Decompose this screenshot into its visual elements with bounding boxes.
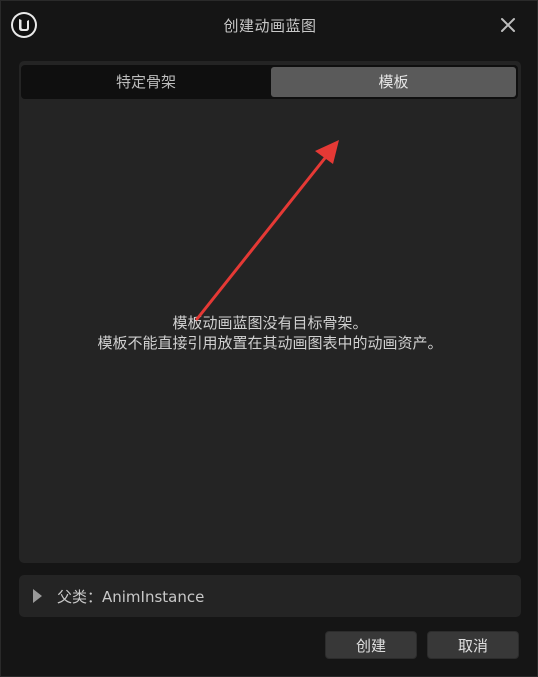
main-panel: 特定骨架 模板 模板动画蓝图没有目标骨架。 模板不能直接引用放置在其动画图表中的…	[19, 61, 521, 563]
create-anim-blueprint-dialog: 创建动画蓝图 特定骨架 模板 模板动画蓝图没有目标骨架。 模板不能直接引用放置在…	[0, 0, 538, 677]
message-line-1: 模板动画蓝图没有目标骨架。	[172, 314, 368, 332]
tab-bar: 特定骨架 模板	[21, 65, 518, 99]
cancel-button[interactable]: 取消	[427, 631, 519, 659]
expand-arrow-icon[interactable]	[33, 589, 42, 603]
tab-specific-skeleton[interactable]: 特定骨架	[23, 67, 269, 97]
parent-class-label: 父类：AnimInstance	[57, 588, 205, 606]
create-button[interactable]: 创建	[325, 631, 417, 659]
message-line-2: 模板不能直接引用放置在其动画图表中的动画资产。	[97, 334, 443, 352]
title-bar: 创建动画蓝图	[1, 1, 538, 51]
tab-template[interactable]: 模板	[271, 67, 516, 97]
close-icon[interactable]	[497, 14, 519, 36]
parent-class-expander[interactable]: 父类：AnimInstance	[19, 575, 521, 617]
dialog-title: 创建动画蓝图	[223, 17, 317, 35]
red-arrow-annotation	[195, 140, 339, 321]
template-message: 模板动画蓝图没有目标骨架。 模板不能直接引用放置在其动画图表中的动画资产。	[19, 313, 521, 353]
